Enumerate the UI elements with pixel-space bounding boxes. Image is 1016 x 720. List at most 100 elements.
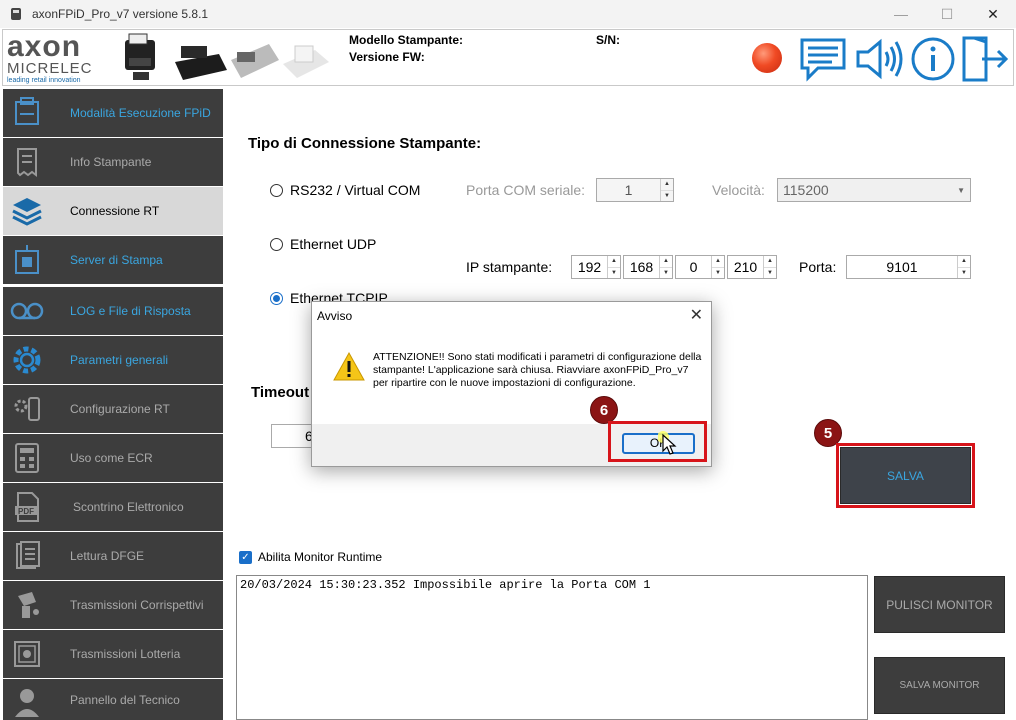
logo-tagline: leading retail innovation	[7, 77, 81, 84]
com-port-stepper[interactable]: 1 ▲ ▼	[596, 178, 674, 202]
spin-up-icon[interactable]: ▲	[608, 256, 620, 267]
spin-down-icon[interactable]: ▼	[764, 267, 776, 279]
timeout-label: Timeout	[251, 384, 310, 401]
exit-icon[interactable]	[960, 34, 1010, 84]
sidebar-item-label: Info Stampante	[70, 155, 152, 169]
sidebar-item-lettura-dfge[interactable]: Lettura DFGE	[3, 532, 223, 580]
sidebar-item-parametri[interactable]: Parametri generali	[3, 336, 223, 384]
sidebar-item-label: Trasmissioni Lotteria	[70, 647, 181, 661]
documents-icon	[16, 541, 40, 569]
spin-down-icon[interactable]: ▼	[660, 267, 672, 279]
tape-icon	[10, 302, 44, 320]
printer-server-icon	[15, 97, 39, 125]
app-icon	[11, 8, 21, 20]
ip-label: IP stampante:	[466, 259, 553, 275]
spin-up-icon[interactable]: ▲	[958, 256, 970, 267]
radio-rs232-label: RS232 / Virtual COM	[290, 182, 421, 198]
com-port-label: Porta COM seriale:	[466, 182, 586, 198]
sidebar-item-connessione-rt[interactable]: Connessione RT	[3, 187, 223, 235]
spin-up-icon[interactable]: ▲	[764, 256, 776, 267]
spin-down-icon[interactable]: ▼	[958, 267, 970, 279]
ip-octet-value: 0	[689, 259, 698, 275]
port-label: Porta:	[799, 259, 837, 275]
fw-label: Versione FW:	[349, 50, 425, 64]
svg-text:PDF: PDF	[18, 507, 34, 516]
message-icon[interactable]	[798, 34, 848, 84]
ip-octet-4[interactable]: 210 ▲ ▼	[727, 255, 777, 279]
sidebar-item-uso-ecr[interactable]: Uso come ECR	[3, 434, 223, 482]
speaker-icon[interactable]	[854, 34, 904, 84]
radio-udp-label: Ethernet UDP	[290, 236, 377, 252]
model-label: Modello Stampante:	[349, 33, 464, 47]
sidebar-item-label: Uso come ECR	[70, 451, 153, 465]
axon-logo: axon MICRELEC leading retail innovation	[7, 30, 111, 85]
sidebar-item-pannello-tecnico[interactable]: Pannello del Tecnico	[3, 679, 223, 720]
speed-select[interactable]: 115200 ▼	[777, 178, 971, 202]
ip-octet-1[interactable]: 192 ▲ ▼	[571, 255, 621, 279]
spin-up-icon[interactable]: ▲	[661, 179, 673, 190]
radio-udp[interactable]: Ethernet UDP	[270, 236, 376, 252]
receipt-icon	[17, 148, 37, 177]
dialog-close-icon[interactable]: ✕	[690, 305, 703, 325]
monitor-checkbox-row[interactable]: ✓ Abilita Monitor Runtime	[239, 550, 382, 564]
sidebar-item-label: LOG e File di Risposta	[70, 304, 191, 318]
log-line: 20/03/2024 15:30:23.352 Impossibile apri…	[240, 578, 651, 592]
port-value: 9101	[886, 259, 918, 275]
salva-button[interactable]: SALVA	[840, 447, 971, 504]
radio-button[interactable]	[270, 237, 283, 251]
gear-icon	[13, 346, 41, 374]
sidebar-item-trasmissioni-lotteria[interactable]: Trasmissioni Lotteria	[3, 630, 223, 678]
maximize-button[interactable]: ☐	[924, 0, 970, 28]
spin-down-icon[interactable]: ▼	[712, 267, 724, 279]
info-icon[interactable]	[908, 34, 958, 84]
dialog-title: Avviso	[317, 309, 353, 323]
sidebar-item-label: Modalità Esecuzione FPiD	[70, 106, 211, 120]
logo-sub-text: MICRELEC	[7, 60, 93, 77]
spin-down-icon[interactable]: ▼	[661, 190, 673, 202]
sidebar-item-label: Parametri generali	[70, 353, 169, 367]
transmit-icon	[18, 592, 39, 618]
salva-monitor-button[interactable]: SALVA MONITOR	[874, 657, 1005, 714]
warning-icon	[333, 351, 365, 381]
com-port-value: 1	[624, 182, 633, 198]
sidebar-item-info-stampante[interactable]: Info Stampante	[3, 138, 223, 186]
status-indicator	[752, 43, 782, 73]
pdf-icon: PDF	[15, 492, 39, 522]
ip-octet-value: 210	[733, 259, 758, 275]
connection-type-title: Tipo di Connessione Stampante:	[248, 135, 482, 152]
speed-label: Velocità:	[712, 182, 765, 198]
spin-up-icon[interactable]: ▲	[712, 256, 724, 267]
sidebar-item-scontrino[interactable]: PDF Scontrino Elettronico	[3, 483, 223, 531]
radio-button-selected[interactable]	[270, 291, 283, 305]
sidebar-item-server-stampa[interactable]: Server di Stampa	[3, 236, 223, 284]
sidebar-item-label: Scontrino Elettronico	[73, 500, 184, 514]
minimize-button[interactable]: —	[878, 0, 924, 28]
sidebar-item-log[interactable]: LOG e File di Risposta	[3, 287, 223, 335]
ip-octet-2[interactable]: 168 ▲ ▼	[623, 255, 673, 279]
pulisci-monitor-button[interactable]: PULISCI MONITOR	[874, 576, 1005, 633]
spin-down-icon[interactable]: ▼	[608, 267, 620, 279]
ip-octet-value: 192	[577, 259, 602, 275]
spin-up-icon[interactable]: ▲	[660, 256, 672, 267]
ip-octet-3[interactable]: 0 ▲ ▼	[675, 255, 725, 279]
sidebar-item-label: Server di Stampa	[70, 253, 163, 267]
print-server-icon	[15, 245, 39, 274]
port-stepper[interactable]: 9101 ▲ ▼	[846, 255, 971, 279]
calculator-icon	[15, 443, 39, 473]
close-button[interactable]: ✕	[970, 0, 1016, 28]
monitor-checkbox-label: Abilita Monitor Runtime	[258, 550, 383, 564]
ticket-icon	[14, 641, 40, 667]
sidebar-item-label: Configurazione RT	[70, 402, 170, 416]
radio-button[interactable]	[270, 183, 283, 197]
logo-main-text: axon	[7, 30, 82, 63]
app-header: axon MICRELEC leading retail innovation …	[2, 29, 1014, 86]
runtime-monitor[interactable]: 20/03/2024 15:30:23.352 Impossibile apri…	[236, 575, 868, 720]
sidebar-item-modalita[interactable]: Modalità Esecuzione FPiD	[3, 89, 223, 137]
title-bar: axonFPiD_Pro_v7 versione 5.8.1 — ☐ ✕	[0, 0, 1016, 28]
checkbox-checked[interactable]: ✓	[239, 550, 252, 564]
sidebar-item-label: Trasmissioni Corrispettivi	[70, 598, 204, 612]
sidebar-item-trasmissioni-corrispettivi[interactable]: Trasmissioni Corrispettivi	[3, 581, 223, 629]
radio-rs232[interactable]: RS232 / Virtual COM	[270, 182, 420, 198]
sidebar-item-configurazione-rt[interactable]: Configurazione RT	[3, 385, 223, 433]
sidebar-item-label: Lettura DFGE	[70, 549, 145, 563]
